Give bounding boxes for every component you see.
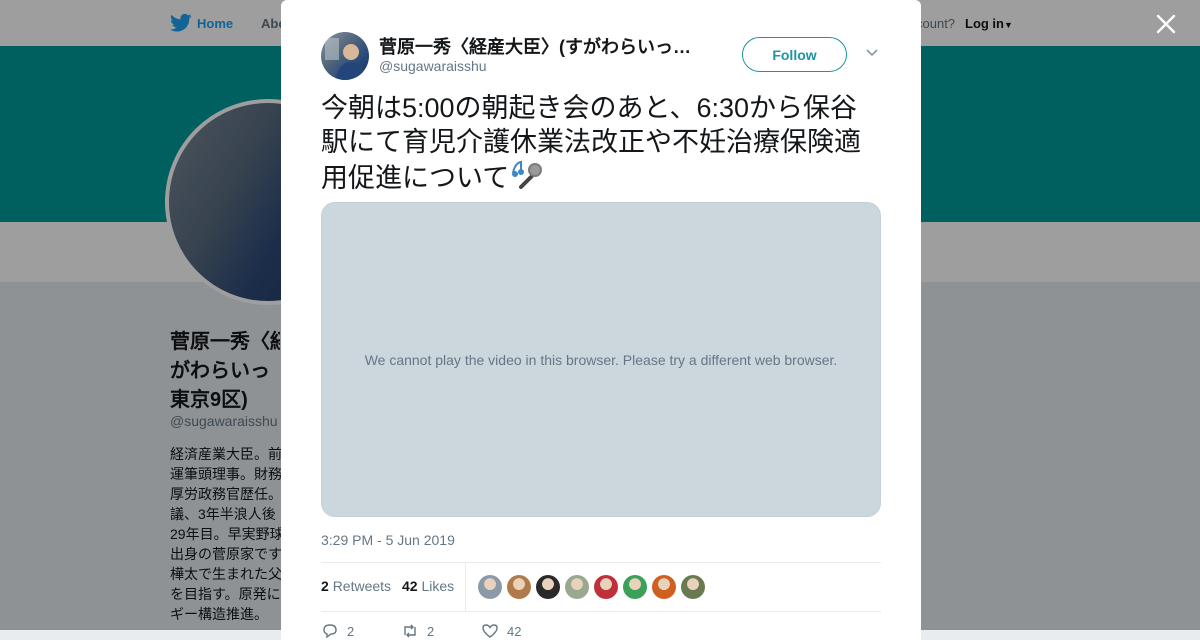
liker-avatar[interactable]	[623, 575, 647, 599]
like-button[interactable]: 42	[481, 622, 521, 640]
stats-divider	[465, 563, 466, 611]
video-error-message: We cannot play the video in this browser…	[364, 351, 838, 368]
author-handle[interactable]: @sugawaraisshu	[379, 58, 487, 74]
retweet-action-count: 2	[427, 623, 435, 639]
follow-button[interactable]: Follow	[742, 37, 847, 72]
liker-avatars	[478, 575, 705, 599]
video-player[interactable]: We cannot play the video in this browser…	[321, 202, 881, 517]
liker-avatar[interactable]	[536, 575, 560, 599]
retweets-stat[interactable]: 2 Retweets	[321, 578, 391, 594]
liker-avatar[interactable]	[652, 575, 676, 599]
author-name[interactable]: 菅原一秀〈経産大臣〉(すがわらいっしゅう)	[379, 33, 699, 59]
reply-button[interactable]: 2	[321, 622, 354, 640]
liker-avatar[interactable]	[594, 575, 618, 599]
like-action-count: 42	[507, 623, 522, 639]
liker-avatar[interactable]	[565, 575, 589, 599]
liker-avatar[interactable]	[507, 575, 531, 599]
liker-avatar[interactable]	[478, 575, 502, 599]
retweet-count: 2	[321, 578, 329, 594]
tweet-text: 今朝は5:00の朝起き会のあと、6:30から保谷駅にて育児介護休業法改正や不妊治…	[321, 91, 881, 195]
author-photo	[325, 38, 367, 80]
tweet-modal: 菅原一秀〈経産大臣〉(すがわらいっしゅう) @sugawaraisshu Fol…	[281, 0, 921, 640]
close-icon[interactable]	[1152, 10, 1180, 38]
retweet-icon	[404, 624, 416, 638]
reply-icon	[323, 624, 337, 639]
author-avatar[interactable]	[321, 32, 369, 80]
like-label: Likes	[421, 578, 455, 594]
retweet-button[interactable]: 2	[401, 622, 434, 640]
retweet-label: Retweets	[332, 578, 392, 594]
tweet-actions: 2 2 42	[321, 620, 621, 640]
likes-stat[interactable]: 42 Likes	[402, 578, 454, 594]
liker-avatar[interactable]	[681, 575, 705, 599]
microphone-icon	[512, 160, 543, 189]
tweet-text-body: 今朝は5:00の朝起き会のあと、6:30から保谷駅にて育児介護休業法改正や不妊治…	[321, 93, 861, 193]
heart-icon	[482, 624, 498, 638]
like-count: 42	[402, 578, 418, 594]
reply-count: 2	[347, 623, 355, 639]
tweet-stats: 2 Retweets 42 Likes	[321, 562, 881, 612]
chevron-down-icon[interactable]	[865, 48, 879, 58]
tweet-timestamp[interactable]: 3:29 PM - 5 Jun 2019	[321, 532, 455, 548]
